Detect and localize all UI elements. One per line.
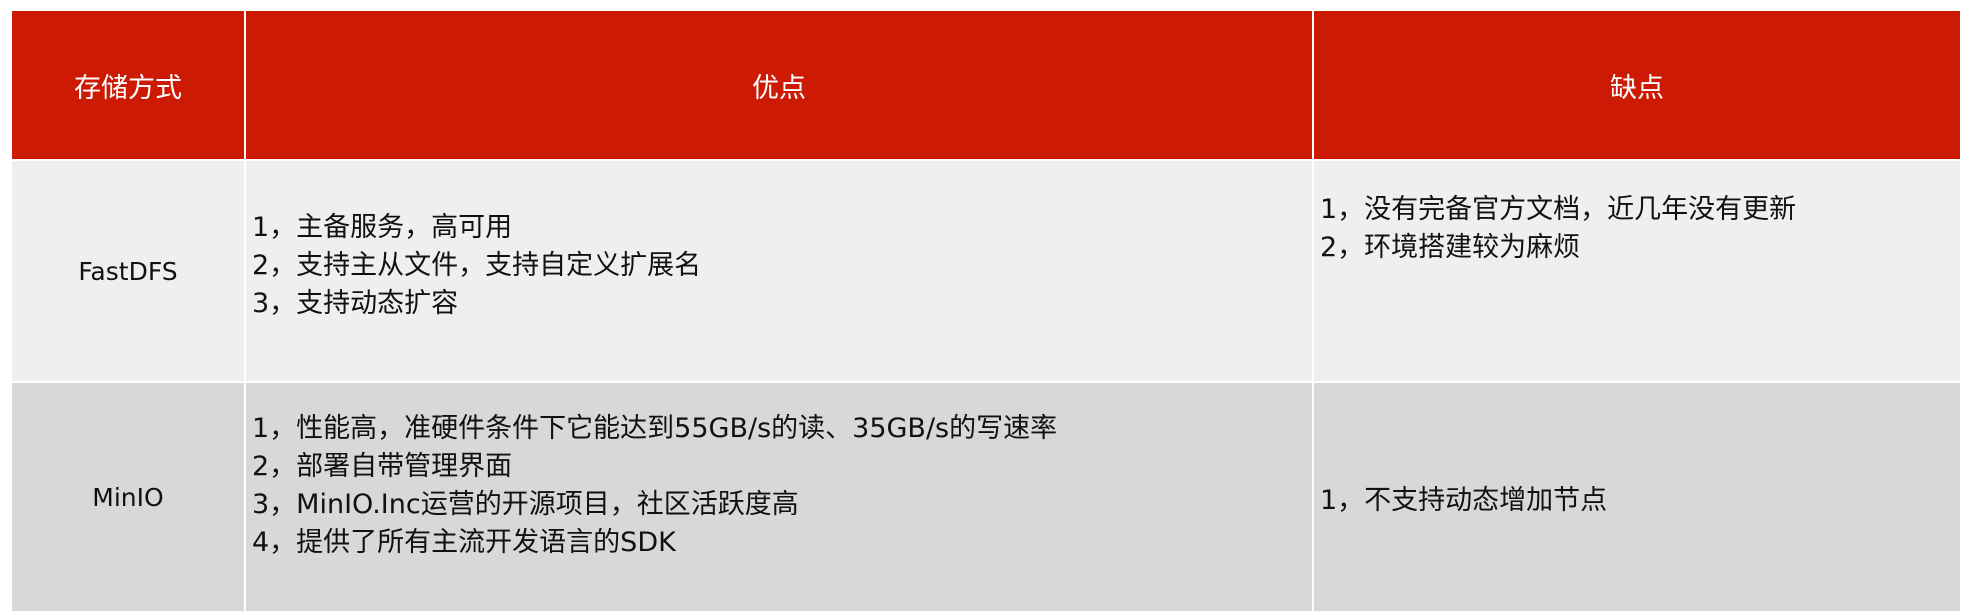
cons-list: 1，不支持动态增加节点	[1320, 482, 1959, 520]
list-item: 1，没有完备官方文档，近几年没有更新	[1320, 194, 1797, 225]
list-item: 1，性能高，准硬件条件下它能达到55GB/s的读、35GB/s的写速率	[252, 413, 1058, 444]
table-header-row: 存储方式 优点 缺点	[10, 9, 1962, 161]
list-item: 2，支持主从文件，支持自定义扩展名	[252, 250, 702, 281]
list-item: 3，支持动态扩容	[252, 288, 459, 319]
pros-list: 1，性能高，准硬件条件下它能达到55GB/s的读、35GB/s的写速率 2，部署…	[252, 410, 1311, 562]
list-item: 3，MinIO.Inc运营的开源项目，社区活跃度高	[252, 489, 799, 520]
header-storage-method: 存储方式	[10, 9, 246, 161]
list-item: 2，环境搭建较为麻烦	[1320, 232, 1581, 263]
list-item: 1，不支持动态增加节点	[1320, 485, 1608, 516]
list-item: 4，提供了所有主流开发语言的SDK	[252, 527, 676, 558]
header-cons: 缺点	[1312, 9, 1962, 161]
list-item: 2，部署自带管理界面	[252, 451, 513, 482]
table-row: MinIO 1，性能高，准硬件条件下它能达到55GB/s的读、35GB/s的写速…	[10, 381, 1962, 613]
storage-method-cell: FastDFS	[10, 159, 246, 383]
cons-list: 1，没有完备官方文档，近几年没有更新 2，环境搭建较为麻烦	[1320, 191, 1959, 267]
header-pros: 优点	[244, 9, 1314, 161]
storage-comparison-table: 存储方式 优点 缺点 FastDFS 1，主备服务，高可用 2，支持主从文件，支…	[10, 9, 1962, 613]
comparison-table-frame: 存储方式 优点 缺点 FastDFS 1，主备服务，高可用 2，支持主从文件，支…	[10, 9, 1962, 613]
pros-list: 1，主备服务，高可用 2，支持主从文件，支持自定义扩展名 3，支持动态扩容	[252, 209, 1311, 323]
cons-cell: 1，没有完备官方文档，近几年没有更新 2，环境搭建较为麻烦	[1312, 159, 1962, 383]
pros-cell: 1，性能高，准硬件条件下它能达到55GB/s的读、35GB/s的写速率 2，部署…	[244, 381, 1314, 613]
list-item: 1，主备服务，高可用	[252, 212, 513, 243]
storage-method-cell: MinIO	[10, 381, 246, 613]
table-row: FastDFS 1，主备服务，高可用 2，支持主从文件，支持自定义扩展名 3，支…	[10, 159, 1962, 383]
pros-cell: 1，主备服务，高可用 2，支持主从文件，支持自定义扩展名 3，支持动态扩容	[244, 159, 1314, 383]
cons-cell: 1，不支持动态增加节点	[1312, 381, 1962, 613]
